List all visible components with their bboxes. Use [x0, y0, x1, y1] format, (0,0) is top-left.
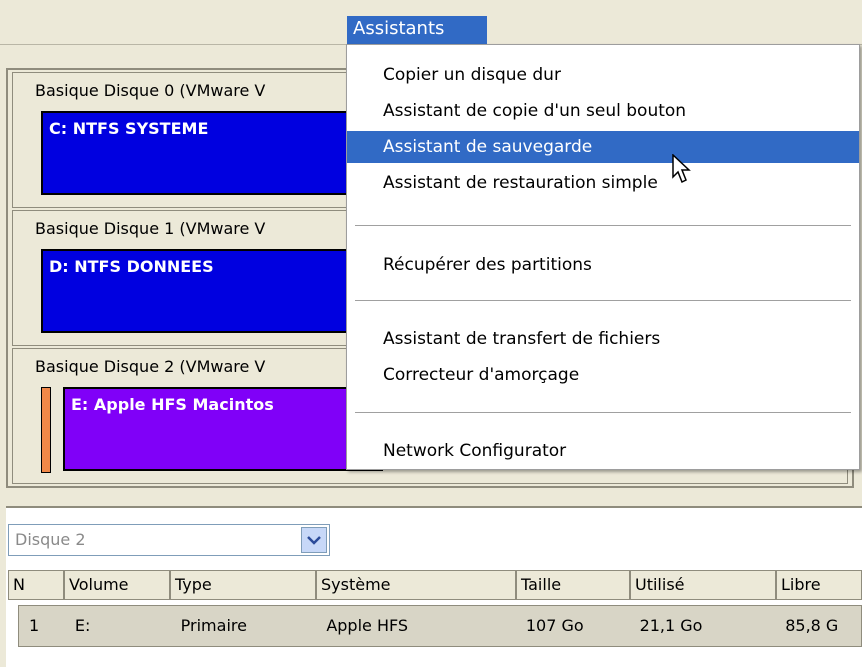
- col-header-utilise[interactable]: Utilisé: [630, 570, 776, 600]
- menu-item-copie-un-bouton[interactable]: Assistant de copie d'un seul bouton: [347, 95, 859, 127]
- cell-libre: 85,8 G: [785, 616, 839, 635]
- mouse-cursor-icon: [672, 153, 692, 184]
- col-header-systeme[interactable]: Système: [316, 570, 516, 600]
- col-header-n[interactable]: N: [8, 570, 64, 600]
- menu-item-sauvegarde[interactable]: Assistant de sauvegarde: [347, 131, 859, 163]
- menu-item-copier-disque[interactable]: Copier un disque dur: [347, 59, 859, 91]
- menu-separator: [355, 412, 851, 413]
- chevron-down-icon[interactable]: [301, 527, 327, 553]
- col-header-libre[interactable]: Libre: [776, 570, 862, 600]
- partition-c[interactable]: C: NTFS SYSTEME: [41, 111, 381, 195]
- disk-label: Basique Disque 1 (VMware V: [35, 219, 266, 238]
- cell-taille: 107 Go: [525, 616, 584, 635]
- cell-type: Primaire: [180, 616, 247, 635]
- disk-label: Basique Disque 0 (VMware V: [35, 81, 266, 100]
- menu-item-restauration[interactable]: Assistant de restauration simple: [347, 167, 859, 199]
- cell-utilise: 21,1 Go: [639, 616, 703, 635]
- menu-bar: Assistants: [0, 0, 862, 45]
- partition-label: D: NTFS DONNEES: [49, 257, 214, 276]
- partition-d[interactable]: D: NTFS DONNEES: [41, 249, 381, 333]
- cell-systeme: Apple HFS: [326, 616, 409, 635]
- menu-separator: [355, 300, 851, 301]
- cell-volume: E:: [74, 616, 91, 635]
- table-header: N Volume Type Système Taille Utilisé Lib…: [8, 570, 862, 600]
- menu-item-recuperer-partitions[interactable]: Récupérer des partitions: [347, 249, 859, 281]
- col-header-type[interactable]: Type: [170, 570, 316, 600]
- col-header-taille[interactable]: Taille: [516, 570, 630, 600]
- partition-strip[interactable]: [41, 387, 51, 473]
- disk-select-value: Disque 2: [15, 530, 86, 549]
- partition-label: C: NTFS SYSTEME: [49, 119, 209, 138]
- cell-n: 1: [29, 616, 40, 635]
- menu-item-transfert-fichiers[interactable]: Assistant de transfert de fichiers: [347, 323, 859, 355]
- col-header-volume[interactable]: Volume: [64, 570, 170, 600]
- menu-item-network-configurator[interactable]: Network Configurator: [347, 435, 859, 467]
- menu-item-correcteur-amorcage[interactable]: Correcteur d'amorçage: [347, 359, 859, 391]
- assistants-dropdown-menu: Copier un disque dur Assistant de copie …: [346, 44, 860, 470]
- table-row[interactable]: 1 E: Primaire Apple HFS 107 Go 21,1 Go 8…: [18, 605, 862, 647]
- disk-select[interactable]: Disque 2: [8, 524, 330, 556]
- partition-e[interactable]: E: Apple HFS Macintos: [63, 387, 383, 471]
- partition-label: E: Apple HFS Macintos: [71, 395, 274, 414]
- disk-label: Basique Disque 2 (VMware V: [35, 357, 266, 376]
- menu-separator: [355, 225, 851, 226]
- menu-assistants[interactable]: Assistants: [347, 16, 487, 44]
